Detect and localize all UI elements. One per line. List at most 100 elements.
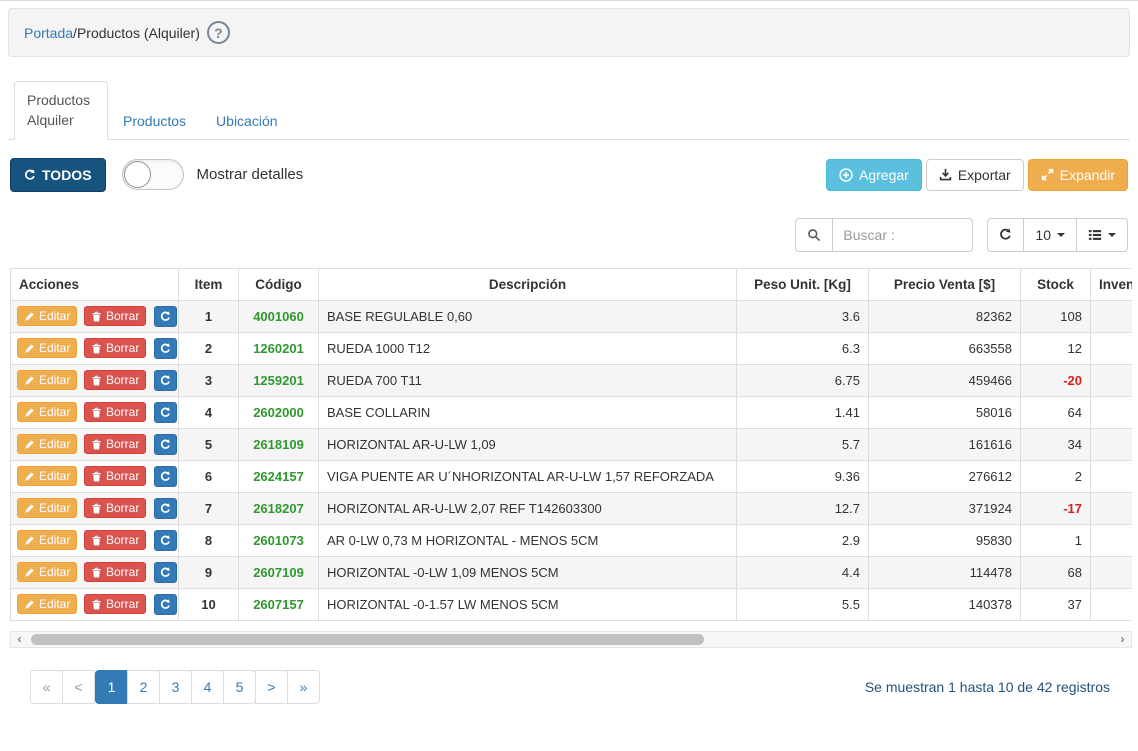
todos-button[interactable]: TODOS xyxy=(10,158,106,192)
table-row: Editar Borrar 9 2607109 HORIZONTAL -0-LW… xyxy=(11,556,1133,588)
page-size-dropdown[interactable]: 10 xyxy=(1023,218,1077,252)
page-first-button[interactable]: « xyxy=(30,670,63,704)
delete-button[interactable]: Borrar xyxy=(84,530,146,550)
delete-button[interactable]: Borrar xyxy=(84,338,146,358)
search-input[interactable] xyxy=(833,218,973,252)
export-icon xyxy=(939,168,952,181)
refresh-row-button[interactable] xyxy=(154,338,177,359)
codigo-cell: 2602000 xyxy=(239,396,319,428)
refresh-row-button[interactable] xyxy=(154,530,177,551)
pencil-icon xyxy=(24,567,35,578)
peso-cell: 5.7 xyxy=(737,428,869,460)
page-button-3[interactable]: 3 xyxy=(159,670,192,704)
actions-cell: Editar Borrar xyxy=(11,396,179,428)
item-cell: 1 xyxy=(179,300,239,332)
scrollbar-track[interactable] xyxy=(28,634,1114,645)
delete-button[interactable]: Borrar xyxy=(84,370,146,390)
edit-label: Editar xyxy=(39,501,70,515)
tab-ubicacion[interactable]: Ubicación xyxy=(201,103,292,139)
edit-button[interactable]: Editar xyxy=(17,402,77,422)
pagination: « < 12345 > » xyxy=(30,670,320,704)
delete-button[interactable]: Borrar xyxy=(84,466,146,486)
refresh-row-button[interactable] xyxy=(154,466,177,487)
precio-cell: 459466 xyxy=(869,364,1021,396)
refresh-row-button[interactable] xyxy=(154,370,177,391)
item-cell: 4 xyxy=(179,396,239,428)
header-codigo[interactable]: Código xyxy=(239,268,319,300)
header-item[interactable]: Item xyxy=(179,268,239,300)
precio-cell: 82362 xyxy=(869,300,1021,332)
toolbar-actions: Agregar Exportar Expandir xyxy=(826,159,1128,191)
help-icon[interactable]: ? xyxy=(207,21,230,44)
refresh-row-button[interactable] xyxy=(154,594,177,615)
search-button[interactable] xyxy=(795,218,833,252)
header-peso[interactable]: Peso Unit. [Kg] xyxy=(737,268,869,300)
descripcion-cell: HORIZONTAL AR-U-LW 1,09 xyxy=(319,428,737,460)
refresh-row-button[interactable] xyxy=(154,498,177,519)
mostrar-detalles-toggle[interactable] xyxy=(122,159,184,190)
page-button-5[interactable]: 5 xyxy=(223,670,256,704)
descripcion-cell: BASE REGULABLE 0,60 xyxy=(319,300,737,332)
refresh-row-button[interactable] xyxy=(154,434,177,455)
delete-button[interactable]: Borrar xyxy=(84,594,146,614)
header-precio[interactable]: Precio Venta [$] xyxy=(869,268,1021,300)
breadcrumb-home-link[interactable]: Portada xyxy=(24,25,73,41)
refresh-row-button[interactable] xyxy=(154,402,177,423)
page-prev-button[interactable]: < xyxy=(62,670,95,704)
delete-button[interactable]: Borrar xyxy=(84,402,146,422)
scrollbar-thumb[interactable] xyxy=(31,634,704,645)
edit-button[interactable]: Editar xyxy=(17,498,77,518)
edit-label: Editar xyxy=(39,341,70,355)
tab-productos[interactable]: Productos xyxy=(108,103,201,139)
page-last-button[interactable]: » xyxy=(287,670,320,704)
precio-cell: 58016 xyxy=(869,396,1021,428)
refresh-row-button[interactable] xyxy=(154,562,177,583)
actions-cell: Editar Borrar xyxy=(11,460,179,492)
page-button-1[interactable]: 1 xyxy=(95,670,128,704)
header-stock[interactable]: Stock xyxy=(1021,268,1091,300)
tab-productos-alquiler[interactable]: Productos Alquiler xyxy=(14,81,108,140)
header-inventario[interactable]: Inventario xyxy=(1091,268,1133,300)
edit-button[interactable]: Editar xyxy=(17,306,77,326)
delete-button[interactable]: Borrar xyxy=(84,306,146,326)
stock-cell: 108 xyxy=(1021,300,1091,332)
refresh-icon xyxy=(160,567,171,578)
header-descripcion[interactable]: Descripción xyxy=(319,268,737,300)
edit-button[interactable]: Editar xyxy=(17,562,77,582)
horizontal-scrollbar[interactable]: ‹ › xyxy=(10,631,1132,648)
refresh-row-button[interactable] xyxy=(154,306,177,327)
actions-cell: Editar Borrar xyxy=(11,588,179,620)
delete-button[interactable]: Borrar xyxy=(84,498,146,518)
delete-button[interactable]: Borrar xyxy=(84,434,146,454)
trash-icon xyxy=(91,407,102,418)
delete-label: Borrar xyxy=(106,341,139,355)
refresh-table-button[interactable] xyxy=(987,218,1024,252)
page-button-2[interactable]: 2 xyxy=(127,670,160,704)
refresh-icon xyxy=(160,311,171,322)
edit-button[interactable]: Editar xyxy=(17,466,77,486)
scroll-left-icon[interactable]: ‹ xyxy=(11,632,28,647)
expandir-label: Expandir xyxy=(1060,167,1115,183)
expandir-button[interactable]: Expandir xyxy=(1028,159,1128,191)
edit-button[interactable]: Editar xyxy=(17,434,77,454)
edit-button[interactable]: Editar xyxy=(17,594,77,614)
header-acciones[interactable]: Acciones xyxy=(11,268,179,300)
exportar-label: Exportar xyxy=(958,167,1011,183)
edit-button[interactable]: Editar xyxy=(17,338,77,358)
inventario-cell xyxy=(1091,556,1133,588)
page-button-4[interactable]: 4 xyxy=(191,670,224,704)
pencil-icon xyxy=(24,535,35,546)
page-next-button[interactable]: > xyxy=(255,670,288,704)
table-row: Editar Borrar 7 2618207 HORIZONTAL AR-U-… xyxy=(11,492,1133,524)
trash-icon xyxy=(91,375,102,386)
agregar-button[interactable]: Agregar xyxy=(826,159,922,191)
scroll-right-icon[interactable]: › xyxy=(1114,632,1131,647)
page: Portada / Productos (Alquiler) ? Product… xyxy=(0,1,1138,714)
descripcion-cell: HORIZONTAL -0-LW 1,09 MENOS 5CM xyxy=(319,556,737,588)
columns-dropdown[interactable] xyxy=(1076,218,1128,252)
delete-button[interactable]: Borrar xyxy=(84,562,146,582)
edit-button[interactable]: Editar xyxy=(17,530,77,550)
delete-label: Borrar xyxy=(106,469,139,483)
edit-button[interactable]: Editar xyxy=(17,370,77,390)
exportar-button[interactable]: Exportar xyxy=(926,159,1024,191)
